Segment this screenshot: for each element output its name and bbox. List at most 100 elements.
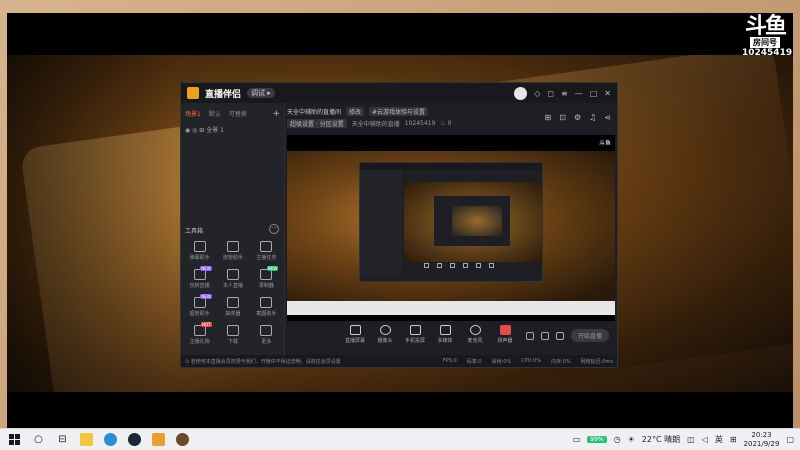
file-explorer-icon[interactable] [80,433,93,446]
task-view-icon[interactable]: ⊟ [56,433,69,446]
tool-label: 本人直播 [222,283,243,289]
control-camera[interactable]: 摄像头 [375,325,395,344]
tool-item[interactable]: 下载 [216,325,249,345]
control-speaker[interactable]: 扬声器 [495,325,515,344]
tool-icon [193,241,206,252]
control-phone-cast[interactable]: 手机投屏 [405,325,425,344]
menu-icon[interactable]: ≡ [561,89,568,98]
tool-badge: NEW [200,266,212,271]
gift-icon[interactable]: ◇ [534,89,540,98]
tool-item[interactable]: 房管助手 [216,241,249,261]
tool-item[interactable]: 弹幕助手 [183,241,216,261]
control-label: 直播屏幕 [345,338,366,344]
control-extras: 开始直播 [525,329,609,342]
settings-icon[interactable]: ⚙ [574,113,581,122]
tool-label: 超管助手 [189,311,210,317]
microphone-icon [469,325,481,335]
tool-label: 房管助手 [222,255,243,261]
scene-item[interactable]: ◉ ◎ ⊞ 全景 1 [181,122,284,137]
tool-item[interactable]: NEW 超管助手 [183,294,216,317]
tool-item[interactable]: 截图助手 [250,297,283,317]
toolbox-title: 工具箱 [185,228,204,235]
minimize-icon[interactable]: — [575,89,583,98]
tool-label: 抽奖器 [225,311,241,317]
version-chip[interactable]: 调试 ▸ [247,88,275,98]
edge-icon[interactable] [104,433,117,446]
input-language[interactable]: 英 [715,434,723,445]
share-screen-icon[interactable]: ⊞ [545,113,552,122]
nested-app-window [359,162,543,282]
add-scene-button[interactable]: + [272,109,280,119]
scene-tabs: 场景1 默认 可替换 + [181,103,284,122]
control-media[interactable]: 多媒体 [435,325,455,344]
bottom-letterbox [7,392,793,428]
tool-item[interactable]: 更多 [250,325,283,345]
status-stat: CPU:0% [521,357,542,364]
room-link[interactable]: 天全中辅助的直播 [352,119,400,128]
gear-icon[interactable] [555,331,564,340]
start-button[interactable] [8,433,21,446]
room-actions: ⊞ ⊡ ⚙ ♫ ⋖ [545,113,611,122]
tab-scene-1[interactable]: 场景1 [185,109,201,119]
start-live-button[interactable]: 开始直播 [570,329,609,342]
close-icon[interactable]: ✕ [604,89,611,98]
topic-chip[interactable]: #云游戏体验与设置 [369,106,429,116]
control-screen-share[interactable]: 直播屏幕 [345,325,365,344]
tab-default[interactable]: 默认 [209,109,221,119]
control-label: 多媒体 [437,338,453,344]
search-icon[interactable]: ○ [32,433,45,446]
status-stat: FPS:0 [442,357,457,364]
ime-icon[interactable]: ⊞ [730,435,737,444]
battery-indicator[interactable]: 99% [587,436,607,443]
bell-icon[interactable]: ♫ [589,113,596,122]
tool-icon: NEW [193,294,212,308]
avatar[interactable] [514,86,528,100]
steam-icon[interactable] [128,433,141,446]
notification-icon[interactable]: ▢ [786,435,794,444]
network-icon[interactable]: ◫ [687,435,695,444]
category-chip[interactable]: 超级设置 · 分区设置 [287,118,347,128]
app-logo-icon [187,87,199,99]
edit-title-button[interactable]: 修改 [346,106,365,116]
live-preview[interactable]: 斗鱼 [287,135,615,321]
sound-icon[interactable] [540,331,549,340]
preview-taskbar [287,301,615,315]
windows-icon [9,434,20,445]
maximize-icon[interactable]: □ [590,89,598,98]
status-stat: 网络延迟:0ms [580,358,613,365]
clock[interactable]: 20:23 2021/9/29 [744,431,780,449]
control-microphone[interactable]: 麦克风 [465,325,485,344]
shirt-icon[interactable]: ◻ [547,89,554,98]
status-bar: ⊙ 若使用本直播会员权限与我们，开播中不保证流畅。请前往会员设置 FPS:0 码率… [181,355,617,367]
tool-icon [226,325,239,336]
camera-icon [379,325,391,335]
weather-icon[interactable]: ☀ [628,435,635,444]
tray-app-icon[interactable]: ◷ [614,435,621,444]
hot-count: ♨ 0 [440,119,452,127]
tool-item[interactable]: 本人直播 [216,269,249,289]
control-label: 麦克风 [467,338,483,344]
tab-replaceable[interactable]: 可替换 [229,109,247,119]
tool-item[interactable]: NEW 玩转直播 [183,266,216,289]
stream-stage: 斗鱼 房间号 10245419 直播伴侣 调试 ▸ ◇ ◻ ≡ — □ ✕ 场景… [0,0,800,450]
tool-item[interactable]: 主播任务 [250,241,283,261]
tool-badge: HOT [201,322,212,327]
game-icon[interactable] [176,433,189,446]
lock-icon[interactable]: ⊡ [559,113,566,122]
record-icon[interactable] [525,331,534,340]
volume-icon[interactable]: ◁ [702,435,708,444]
phone-cast-icon [409,325,421,335]
status-stat: 码率:0 [466,358,482,365]
tool-item[interactable]: 抽奖器 [216,297,249,317]
weather-text[interactable]: 22°C 晴朗 [642,434,680,445]
tool-item[interactable]: NEW 录制器 [250,266,283,289]
live-assistant-taskbar-icon[interactable] [152,433,165,446]
room-number: 10245419 [742,48,793,58]
tool-label: 弹幕助手 [189,255,210,261]
tool-item[interactable]: HOT 主播礼物 [183,322,216,345]
share-icon[interactable]: ⋖ [604,113,611,122]
toolbox-more-button[interactable]: ··· [269,224,279,234]
camera-tray-icon[interactable]: ▭ [573,435,581,444]
clock-date: 2021/9/29 [743,439,780,448]
status-stat: 丢帧:0% [491,358,512,365]
